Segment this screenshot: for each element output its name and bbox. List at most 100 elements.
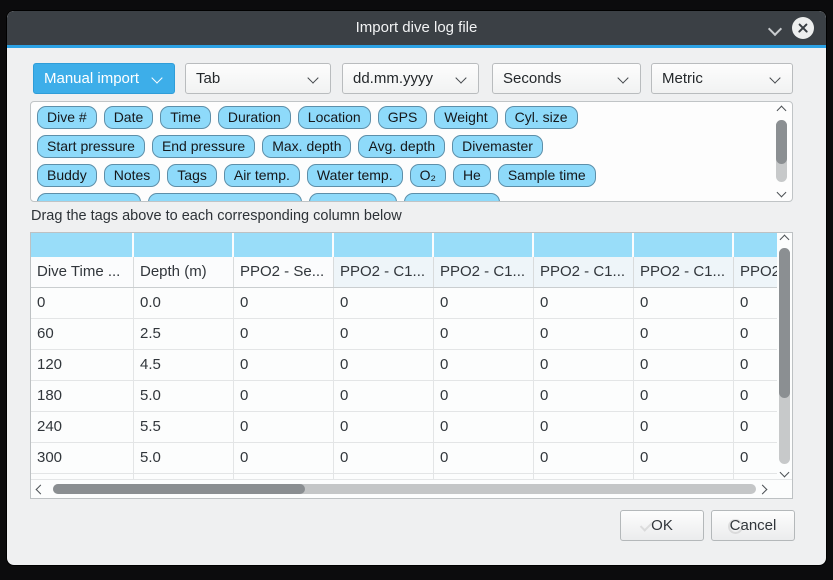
scrollbar-thumb[interactable] <box>779 248 790 398</box>
column-header[interactable]: Depth (m) <box>134 257 234 287</box>
cancel-icon <box>728 519 743 534</box>
tag[interactable]: Dive # <box>37 106 97 129</box>
table-cell: 0 <box>434 319 534 349</box>
table-cell: 0 <box>234 381 334 411</box>
chevron-down-icon <box>307 72 318 83</box>
scrollbar-thumb[interactable] <box>53 484 305 494</box>
tag[interactable]: Duration <box>218 106 291 129</box>
import-dialog: Import dive log file Manual import Tab d… <box>7 11 826 565</box>
duration-format-value: Seconds <box>503 64 561 93</box>
titlebar-accent-line <box>7 45 826 48</box>
table-cell: 0 <box>434 412 534 442</box>
tags-scrollbar[interactable] <box>774 104 789 199</box>
tag[interactable]: Weight <box>434 106 497 129</box>
tag[interactable]: Location <box>298 106 371 129</box>
column-header[interactable]: Dive Time ... <box>31 257 134 287</box>
tag[interactable]: Start pressure <box>37 135 145 158</box>
scrollbar-track[interactable] <box>53 484 756 494</box>
tag[interactable]: He <box>453 164 491 187</box>
table-cell: 0 <box>334 319 434 349</box>
close-button[interactable] <box>792 17 814 39</box>
table-cell: 0 <box>634 319 734 349</box>
field-separator-value: Tab <box>196 64 220 93</box>
table-horizontal-scrollbar[interactable] <box>31 479 792 498</box>
table-cell: 5.0 <box>134 381 234 411</box>
tags-panel: Dive # Date Time Duration Location GPS Weight C… <box>30 101 793 202</box>
table-body: 00.0000000602.50000001204.50000001805.00… <box>31 288 792 486</box>
drop-target-cell[interactable] <box>31 233 134 257</box>
scroll-down-icon[interactable] <box>780 468 790 478</box>
scroll-up-icon[interactable] <box>780 235 790 245</box>
tag[interactable]: Divemaster <box>452 135 543 158</box>
table-cell: 300 <box>31 443 134 473</box>
tag[interactable]: Notes <box>104 164 161 187</box>
table-cell: 0 <box>234 443 334 473</box>
drop-target-cell[interactable] <box>434 233 534 257</box>
table-cell: 0 <box>334 412 434 442</box>
scrollbar-track[interactable] <box>779 248 790 464</box>
tag[interactable]: Max. depth <box>262 135 351 158</box>
table-cell: 0 <box>734 288 779 318</box>
tag[interactable]: Time <box>160 106 211 129</box>
scrollbar-thumb[interactable] <box>776 120 787 164</box>
table-cell: 0 <box>634 412 734 442</box>
column-header[interactable]: PPO2 - C1... <box>334 257 434 287</box>
column-header[interactable]: PPO2 - C1... <box>434 257 534 287</box>
tag[interactable]: Air temp. <box>224 164 300 187</box>
chevron-down-icon <box>617 72 628 83</box>
scrollbar-track[interactable] <box>776 120 787 182</box>
tag[interactable]: Buddy <box>37 164 97 187</box>
tag[interactable]: Sample time <box>498 164 596 187</box>
drop-target-cell[interactable] <box>534 233 634 257</box>
tag-partial[interactable] <box>404 193 500 201</box>
column-header[interactable]: PPO2 - C1... <box>734 257 779 287</box>
table-cell: 0 <box>734 443 779 473</box>
table-vertical-scrollbar[interactable] <box>777 233 792 479</box>
table-cell: 0 <box>534 443 634 473</box>
tag-partial[interactable] <box>148 193 302 201</box>
column-header[interactable]: PPO2 - C1... <box>534 257 634 287</box>
drop-row <box>31 233 792 257</box>
scroll-down-icon[interactable] <box>777 188 787 198</box>
tag-partial[interactable] <box>37 193 141 201</box>
tag[interactable]: Avg. depth <box>358 135 445 158</box>
drop-target-cell[interactable] <box>734 233 779 257</box>
ok-button[interactable]: OK <box>620 510 704 541</box>
table-cell: 60 <box>31 319 134 349</box>
table-cell: 0 <box>234 319 334 349</box>
tag[interactable]: Water temp. <box>307 164 403 187</box>
tag-row: Start pressure End pressure Max. depth Avg.… <box>37 135 770 158</box>
table-cell: 0 <box>31 288 134 318</box>
tag-partial[interactable] <box>309 193 397 201</box>
units-select[interactable]: Metric <box>651 63 793 94</box>
scroll-right-icon[interactable] <box>758 485 768 495</box>
drop-target-cell[interactable] <box>234 233 334 257</box>
duration-format-select[interactable]: Seconds <box>492 63 641 94</box>
field-separator-select[interactable]: Tab <box>185 63 331 94</box>
date-format-select[interactable]: dd.mm.yyyy <box>342 63 479 94</box>
scroll-up-icon[interactable] <box>777 106 787 116</box>
drop-target-cell[interactable] <box>334 233 434 257</box>
tag[interactable]: Cyl. size <box>505 106 578 129</box>
cancel-button[interactable]: Cancel <box>711 510 795 541</box>
table-cell: 0 <box>334 288 434 318</box>
tag[interactable]: O₂ <box>410 164 446 187</box>
table-cell: 2.5 <box>134 319 234 349</box>
drop-target-cell[interactable] <box>634 233 734 257</box>
tag-row: Buddy Notes Tags Air temp. Water temp. O₂ He Sa… <box>37 164 770 187</box>
tag[interactable]: End pressure <box>152 135 255 158</box>
scroll-left-icon[interactable] <box>36 485 46 495</box>
tag[interactable]: Tags <box>167 164 217 187</box>
table-cell: 0 <box>234 412 334 442</box>
table-cell: 0 <box>734 412 779 442</box>
drop-target-cell[interactable] <box>134 233 234 257</box>
table-cell: 0 <box>334 381 434 411</box>
column-header[interactable]: PPO2 - Se... <box>234 257 334 287</box>
tag[interactable]: Date <box>104 106 154 129</box>
column-header[interactable]: PPO2 - C1... <box>634 257 734 287</box>
tag[interactable]: GPS <box>378 106 428 129</box>
preview-table: Dive Time ...Depth (m)PPO2 - Se...PPO2 -… <box>30 232 793 499</box>
table-cell: 0 <box>434 381 534 411</box>
table-cell: 0 <box>534 381 634 411</box>
import-mode-select[interactable]: Manual import <box>33 63 175 94</box>
